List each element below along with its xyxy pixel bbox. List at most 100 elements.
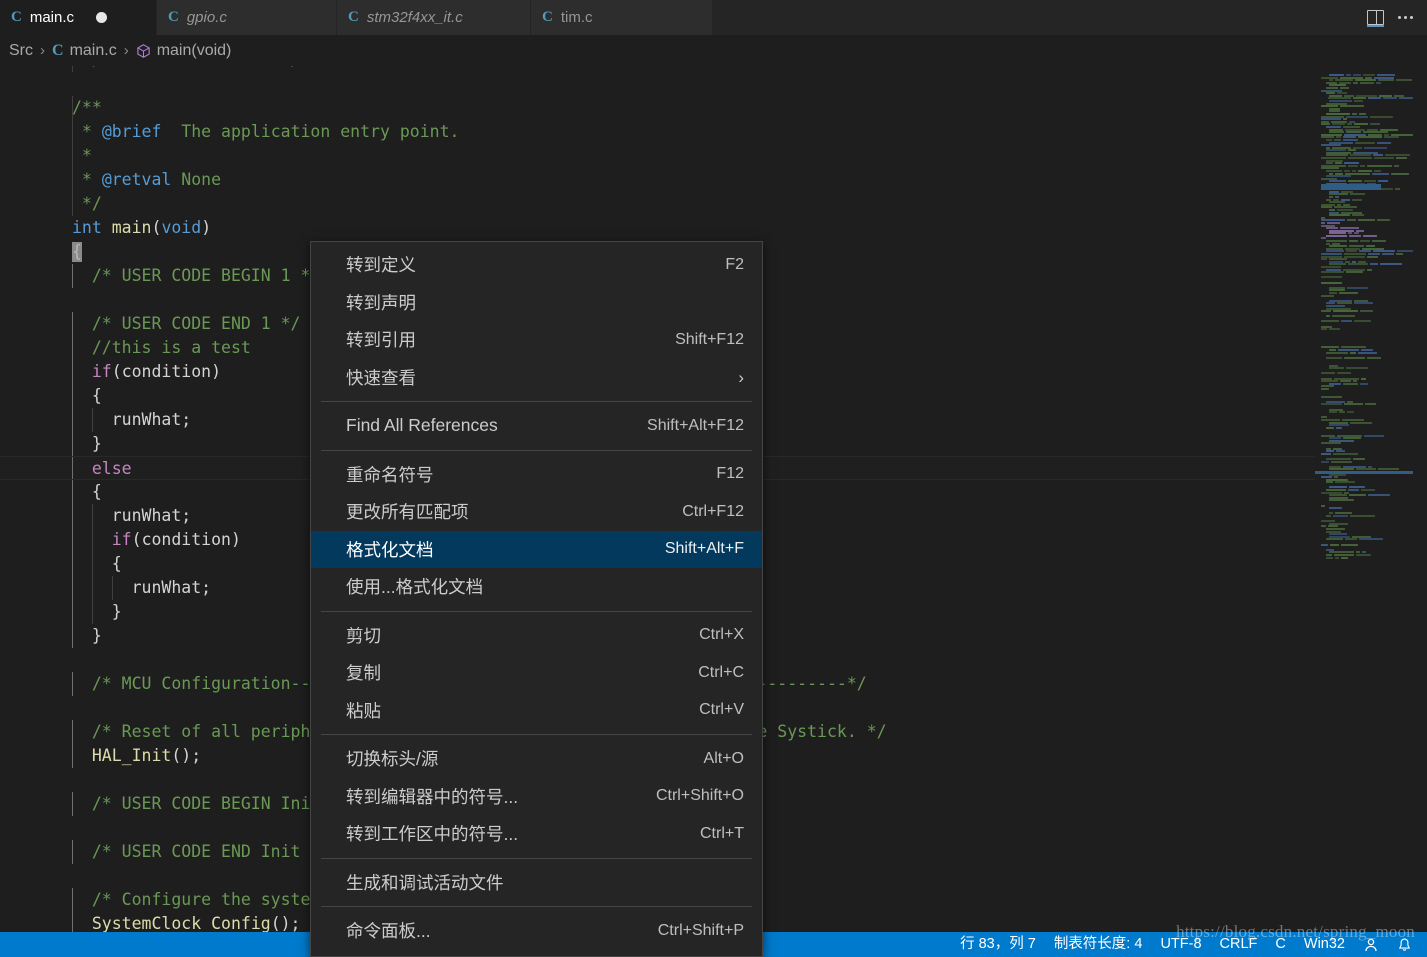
editor-actions — [1361, 0, 1427, 35]
code-text: */ — [72, 194, 102, 213]
menu-item-label: 生成和调试活动文件 — [346, 872, 504, 893]
minimap-current-line-highlight — [1315, 471, 1413, 474]
tab-label: gpio.c — [186, 9, 227, 26]
status-bar-item-platform[interactable]: Win32 — [1295, 932, 1354, 957]
menu-item-go-to-declaration[interactable]: 转到声明 — [311, 284, 762, 322]
menu-item-rename-symbol[interactable]: 重命名符号 F12 — [311, 456, 762, 494]
code-line[interactable]: 67 — [0, 72, 1427, 96]
c-file-icon: C — [168, 9, 179, 25]
more-actions-icon[interactable] — [1398, 16, 1413, 19]
menu-item-copy[interactable]: 复制 Ctrl+C — [311, 654, 762, 692]
menu-item-command-palette[interactable]: 命令面板... Ctrl+Shift+P — [311, 912, 762, 950]
indent-guide — [72, 528, 73, 552]
breadcrumb-item-mainc[interactable]: C main.c — [52, 42, 117, 60]
code-line[interactable]: 68/** — [0, 96, 1427, 120]
indent-guide — [72, 312, 73, 336]
indent-guide — [72, 457, 73, 479]
indent-guide — [72, 408, 73, 432]
indent-guide — [72, 480, 73, 504]
notifications-bell-icon[interactable] — [1388, 937, 1421, 953]
c-file-icon: C — [542, 9, 553, 25]
editor-context-menu[interactable]: 转到定义 F2 转到声明转到引用 Shift+F12 快速查看 › Find All Ref… — [310, 241, 763, 957]
minimap-line — [1315, 157, 1413, 160]
indent-guide — [72, 576, 73, 600]
menu-item-change-all-occurrences[interactable]: 更改所有匹配项 Ctrl+F12 — [311, 493, 762, 531]
code-line[interactable]: 69 * @brief The application entry point. — [0, 120, 1427, 144]
account-icon[interactable] — [1354, 937, 1388, 953]
indent-guide — [72, 720, 73, 744]
menu-item-label: 转到声明 — [346, 292, 416, 313]
menu-item-build-and-debug-active-file[interactable]: 生成和调试活动文件 — [311, 864, 762, 902]
status-bar-item-cursor-position[interactable]: 行 83，列 7 — [951, 932, 1045, 957]
indent-guide — [72, 552, 73, 576]
menu-item-shortcut: F2 — [725, 255, 744, 273]
indent-guide — [72, 888, 73, 912]
menu-item-label: 转到工作区中的符号... — [346, 824, 519, 845]
indent-guide — [72, 744, 73, 768]
menu-item-shortcut: Ctrl+V — [699, 701, 744, 719]
breadcrumb: Src › C main.c › main(void) — [0, 35, 1427, 66]
editor-tab-tim-c[interactable]: Ctim.c — [531, 0, 713, 35]
code-text: * @retval None — [72, 170, 222, 189]
menu-item-go-to-symbol-in-workspace[interactable]: 转到工作区中的符号... Ctrl+T — [311, 815, 762, 853]
menu-separator — [321, 734, 752, 735]
menu-item-go-to-references[interactable]: 转到引用 Shift+F12 — [311, 321, 762, 359]
indent-guide — [72, 360, 73, 384]
editor-tab-gpio-c[interactable]: Cgpio.c — [157, 0, 337, 35]
tab-dirty-indicator[interactable] — [96, 12, 108, 23]
vertical-scrollbar[interactable] — [1413, 66, 1427, 932]
minimap-content — [1315, 66, 1413, 559]
menu-item-shortcut: Ctrl+X — [699, 626, 744, 644]
menu-item-label: 格式化文档 — [346, 539, 434, 560]
tab-bar-empty-space — [713, 0, 1361, 35]
status-bar-item-encoding[interactable]: UTF-8 — [1151, 932, 1210, 957]
menu-item-label: 重命名符号 — [346, 464, 434, 485]
menu-item-format-document-with[interactable]: 使用...格式化文档 — [311, 568, 762, 606]
editor-tab-stm32f4xx-it-c[interactable]: Cstm32f4xx_it.c — [337, 0, 531, 35]
code-line[interactable]: 72 */ — [0, 192, 1427, 216]
code-line[interactable]: 71 * @retval None — [0, 168, 1427, 192]
breadcrumb-item-src[interactable]: Src — [9, 42, 33, 60]
menu-item-label: 粘贴 — [346, 700, 381, 721]
menu-item-label: 转到编辑器中的符号... — [346, 786, 519, 807]
indent-guide — [72, 912, 73, 932]
code-text: * @brief The application entry point. — [72, 122, 460, 141]
menu-item-shortcut: Ctrl+Shift+O — [655, 787, 744, 805]
split-editor-icon[interactable] — [1367, 10, 1384, 27]
minimap[interactable] — [1315, 66, 1413, 932]
menu-item-label: Find All References — [346, 415, 498, 436]
menu-separator — [321, 449, 752, 451]
indent-guide — [72, 384, 73, 408]
menu-item-go-to-definition[interactable]: 转到定义 F2 — [311, 246, 762, 284]
menu-item-paste[interactable]: 粘贴 Ctrl+V — [311, 692, 762, 730]
menu-item-go-to-symbol-in-editor[interactable]: 转到编辑器中的符号... Ctrl+Shift+O — [311, 778, 762, 816]
editor-tab-bar: Cmain.c Cgpio.c Cstm32f4xx_it.c Ctim.c — [0, 0, 1427, 35]
minimap-selection-highlight — [1321, 184, 1381, 190]
indent-guide — [72, 120, 73, 144]
indent-guide — [72, 672, 73, 696]
code-line[interactable]: 73int main(void) — [0, 216, 1427, 240]
indent-guide — [72, 168, 73, 192]
status-bar-item-indentation[interactable]: 制表符长度: 4 — [1045, 932, 1152, 957]
menu-separator — [321, 857, 752, 859]
menu-item-shortcut: Shift+Alt+F — [664, 540, 744, 558]
indent-guide — [72, 504, 73, 528]
menu-item-format-document[interactable]: 格式化文档 Shift+Alt+F — [311, 530, 762, 568]
menu-item-peek[interactable]: 快速查看 › — [311, 359, 762, 397]
indent-guide — [92, 600, 93, 624]
menu-separator — [321, 610, 752, 612]
editor-tab-main-c[interactable]: Cmain.c — [0, 0, 157, 35]
code-line[interactable]: 70 * — [0, 144, 1427, 168]
breadcrumb-separator: › — [123, 42, 129, 59]
indent-guide — [112, 576, 113, 600]
status-bar-item-eol[interactable]: CRLF — [1211, 932, 1267, 957]
menu-item-find-all-references[interactable]: Find All References Shift+Alt+F12 — [311, 407, 762, 445]
minimap-line — [1315, 253, 1413, 256]
menu-item-shortcut: Ctrl+F12 — [682, 502, 744, 520]
menu-item-cut[interactable]: 剪切 Ctrl+X — [311, 617, 762, 655]
menu-item-label: 命令面板... — [346, 921, 431, 942]
menu-item-switch-header-source[interactable]: 切换标头/源 Alt+O — [311, 740, 762, 778]
status-bar-item-language-mode[interactable]: C — [1266, 932, 1294, 957]
breadcrumb-item-symbol[interactable]: main(void) — [136, 42, 231, 60]
c-file-icon: C — [52, 41, 64, 59]
